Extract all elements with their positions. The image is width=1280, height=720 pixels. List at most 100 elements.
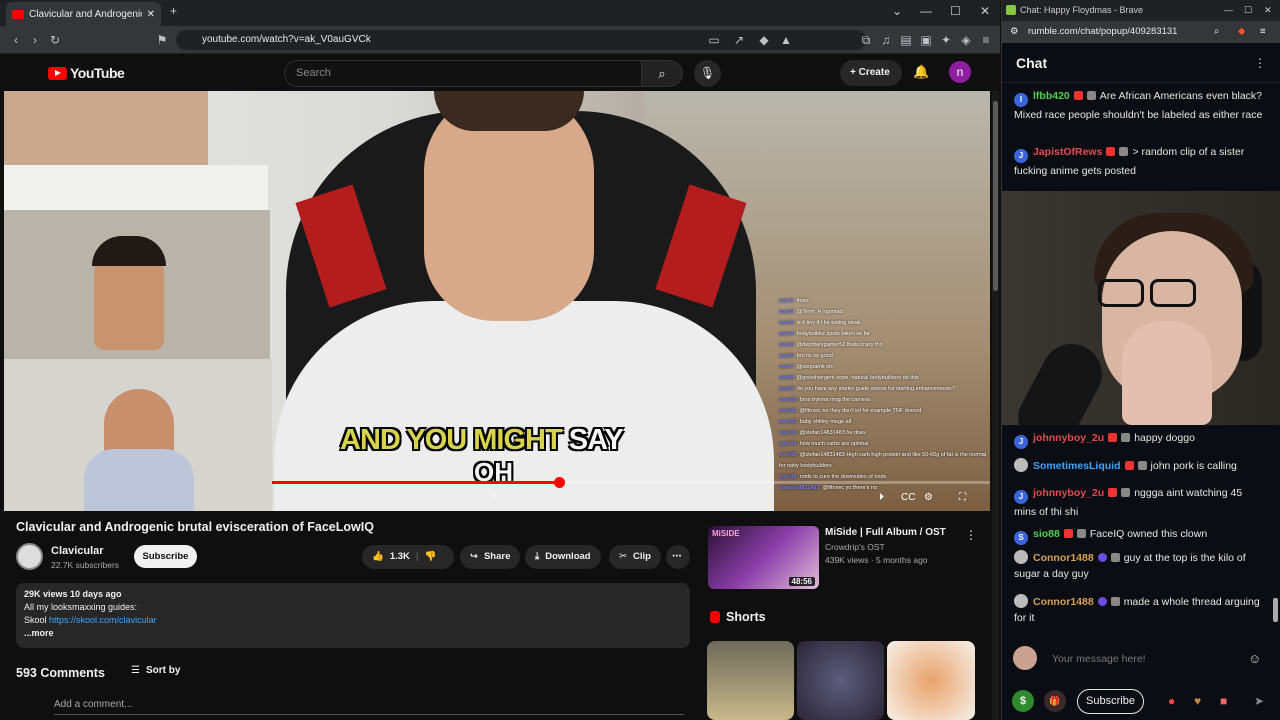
chat-username[interactable]: lfbb420 xyxy=(1033,90,1070,102)
chat-options-icon[interactable]: ⋮ xyxy=(1254,56,1266,70)
captions-icon[interactable]: CC xyxy=(901,492,915,503)
bookmark-icon[interactable]: ⚑ xyxy=(154,32,170,48)
extensions-icon[interactable]: ⧉ xyxy=(858,32,874,48)
share-page-icon[interactable]: ↗ xyxy=(731,32,747,48)
chat-username[interactable]: SometimesLiquid xyxy=(1033,460,1121,472)
chat-user-avatar[interactable] xyxy=(1014,594,1028,608)
notifications-bell-icon[interactable]: 🔔 xyxy=(913,64,929,80)
subscribe-button[interactable]: Subscribe xyxy=(134,545,197,568)
chat-user-avatar[interactable]: J xyxy=(1014,490,1028,504)
chat-message-input[interactable]: Your message here! xyxy=(1044,647,1272,672)
tab-youtube[interactable]: Clavicular and Androgenic b ✕ xyxy=(6,2,161,26)
user-avatar[interactable] xyxy=(1013,646,1037,670)
chat-username[interactable]: Connor1488 xyxy=(1033,552,1094,564)
forward-icon[interactable]: › xyxy=(27,32,43,48)
wallet-icon[interactable]: ▣ xyxy=(918,32,934,48)
chat-user-avatar[interactable]: J xyxy=(1014,435,1028,449)
chat-url[interactable]: rumble.com/chat/popup/409283131 xyxy=(1028,26,1177,37)
emoji-icon[interactable]: ☺ xyxy=(1248,651,1261,666)
reload-icon[interactable]: ↻ xyxy=(47,32,63,48)
chat-user-avatar[interactable] xyxy=(1014,458,1028,472)
youtube-header: YouTube Search ⌕ 🎙 + Create 🔔 n xyxy=(0,55,1000,91)
short-thumbnail[interactable] xyxy=(707,641,794,720)
fullscreen-icon[interactable]: ⛶ xyxy=(959,492,966,503)
send-icon[interactable]: ➤ xyxy=(1254,694,1264,708)
menu-icon[interactable]: ≡ xyxy=(1260,21,1266,43)
skool-link[interactable]: https://skool.com/clavicular xyxy=(49,615,157,625)
brave-shield-icon[interactable]: ◆ xyxy=(1238,21,1245,43)
overlay-chat-user: user15 xyxy=(779,452,797,458)
vpn-icon[interactable]: ◈ xyxy=(958,32,974,48)
chat-username[interactable]: sio88 xyxy=(1033,528,1060,540)
chat-scrollbar-thumb[interactable] xyxy=(1273,598,1278,622)
page-scrollbar[interactable] xyxy=(992,91,999,720)
youtube-logo[interactable]: YouTube xyxy=(48,65,125,81)
emote-gift-icon[interactable]: ■ xyxy=(1220,694,1227,708)
chat-user-avatar[interactable] xyxy=(1014,550,1028,564)
chat-user-avatar[interactable]: S xyxy=(1014,531,1028,545)
recommended-title[interactable]: MiSide | Full Album / OST xyxy=(825,527,946,538)
share-button[interactable]: ↪ Share xyxy=(460,545,521,569)
close-window-button[interactable]: ✕ xyxy=(1264,0,1272,21)
recommended-menu-icon[interactable]: ⋮ xyxy=(965,528,977,542)
dislike-icon[interactable]: 👎 xyxy=(425,545,437,569)
chat-address-bar[interactable]: ⚙ rumble.com/chat/popup/409283131 ⌕ ◆ ≡ xyxy=(1002,21,1280,43)
chat-user-avatar[interactable]: I xyxy=(1014,93,1028,107)
maximize-button[interactable]: ☐ xyxy=(950,4,961,18)
like-count[interactable]: 1.3K xyxy=(390,545,410,569)
cast-icon[interactable]: ▭ xyxy=(706,32,722,48)
chat-user-avatar[interactable]: J xyxy=(1014,149,1028,163)
rant-dollar-button[interactable]: $ xyxy=(1012,690,1034,712)
download-button[interactable]: ⤓ Download xyxy=(525,545,601,569)
autoplay-toggle-icon[interactable]: ⏵ xyxy=(879,492,884,503)
video-player[interactable]: AND YOU MIGHT SAY OH user1 lmao user2 @Term… xyxy=(4,91,990,511)
settings-gear-icon[interactable]: ⚙ xyxy=(924,492,933,503)
sidebar-icon[interactable]: ▤ xyxy=(898,32,914,48)
brave-shield-icon[interactable]: ◆ xyxy=(756,32,772,48)
tab-search-icon[interactable]: ⌄ xyxy=(892,4,902,18)
chat-username[interactable]: Connor1488 xyxy=(1033,596,1094,608)
back-icon[interactable]: ‹ xyxy=(8,32,24,48)
channel-name[interactable]: Clavicular xyxy=(51,545,104,557)
add-comment-input[interactable]: Add a comment... xyxy=(54,699,684,715)
chat-username[interactable]: JapistOfRews xyxy=(1033,146,1102,158)
emote-red-icon[interactable]: ● xyxy=(1168,694,1175,708)
chevron-down-icon[interactable]: ⌄ xyxy=(490,489,498,500)
channel-avatar[interactable] xyxy=(16,543,43,570)
close-window-button[interactable]: ✕ xyxy=(980,4,990,18)
show-more-link[interactable]: ...more xyxy=(24,627,682,640)
rewards-icon[interactable]: ▲ xyxy=(778,32,794,48)
short-thumbnail[interactable] xyxy=(887,641,975,720)
search-input[interactable]: Search xyxy=(284,60,642,87)
emote-badge-icon[interactable]: ♥ xyxy=(1194,694,1201,708)
short-thumbnail[interactable] xyxy=(797,641,884,720)
like-icon[interactable]: 👍 xyxy=(372,545,384,569)
clip-button[interactable]: ✂ Clip xyxy=(609,545,661,569)
more-actions-button[interactable]: ⋯ xyxy=(666,545,690,569)
scrollbar-thumb[interactable] xyxy=(993,101,998,291)
search-button[interactable]: ⌕ xyxy=(641,60,683,87)
chat-username[interactable]: johnnyboy_2u xyxy=(1033,432,1104,444)
minimize-button[interactable]: — xyxy=(920,4,932,18)
video-progress-bar[interactable] xyxy=(272,477,990,488)
sort-by-button[interactable]: ☰ Sort by xyxy=(131,665,180,676)
shorts-label: Shorts xyxy=(726,610,766,624)
site-settings-icon[interactable]: ⚙ xyxy=(1010,21,1019,43)
chat-subscribe-button[interactable]: Subscribe xyxy=(1077,689,1144,714)
description-box[interactable]: 29K views 10 days ago All my looksmaxxin… xyxy=(16,583,690,648)
minimize-button[interactable]: — xyxy=(1224,0,1233,21)
maximize-button[interactable]: ☐ xyxy=(1244,0,1252,21)
zoom-icon[interactable]: ⌕ xyxy=(1214,21,1219,43)
recommended-channel[interactable]: Crowdrip's OST xyxy=(825,542,885,552)
account-avatar[interactable]: n xyxy=(949,61,971,83)
voice-search-button[interactable]: 🎙 xyxy=(694,60,721,87)
new-tab-button[interactable]: + xyxy=(170,4,177,18)
gift-icon[interactable]: 🎁 xyxy=(1044,690,1066,712)
tab-close-icon[interactable]: ✕ xyxy=(147,9,155,20)
music-icon[interactable]: ♫ xyxy=(878,32,894,48)
recommended-thumbnail[interactable]: MiSIDE 48:56 xyxy=(708,526,819,589)
create-button[interactable]: + Create xyxy=(840,60,902,86)
leo-ai-icon[interactable]: ✦ xyxy=(938,32,954,48)
chat-username[interactable]: johnnyboy_2u xyxy=(1033,487,1104,499)
menu-icon[interactable]: ≡ xyxy=(978,32,994,48)
